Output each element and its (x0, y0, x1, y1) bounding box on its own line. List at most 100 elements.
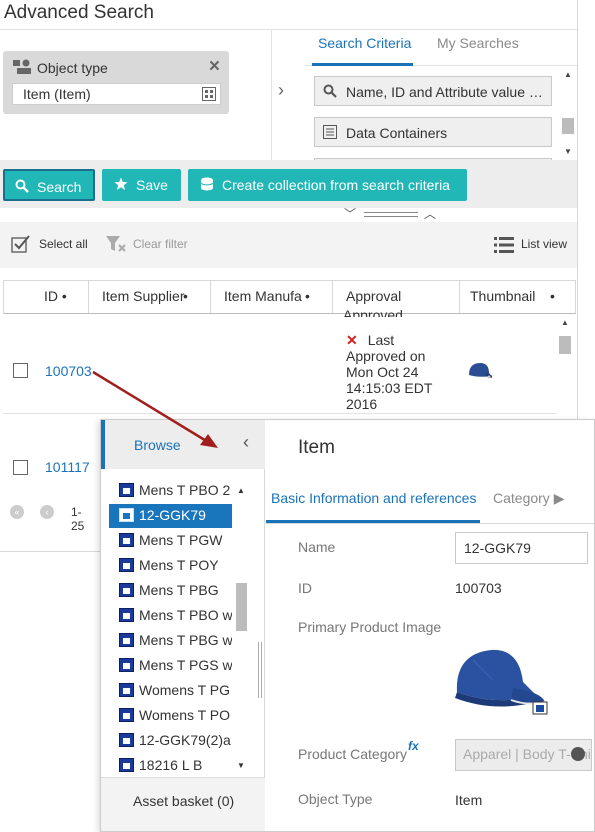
item-icon (119, 533, 134, 547)
tab-search-criteria[interactable]: Search Criteria (318, 35, 411, 51)
object-type-value-field[interactable]: Item (Item) (12, 83, 221, 105)
column-header-manufacturer[interactable]: Item Manufacturer (224, 288, 302, 304)
browse-scrollbar[interactable]: ▲ ▼ (235, 484, 249, 776)
criteria-scrollbar[interactable]: ▲ ▼ (561, 67, 575, 159)
active-tab-indicator (312, 63, 413, 66)
item-icon (119, 608, 134, 622)
scroll-up-icon[interactable]: ▲ (237, 486, 245, 495)
list-view-button[interactable]: List view (521, 237, 567, 251)
column-divider[interactable] (210, 281, 211, 313)
column-divider[interactable] (459, 281, 460, 313)
scroll-down-icon[interactable]: ▼ (564, 147, 572, 156)
browse-header: Browse ‹ (101, 420, 265, 469)
list-item[interactable]: Womens T PO (109, 704, 232, 728)
row-checkbox[interactable] (13, 363, 28, 378)
browse-panel: Browse ‹ Mens T PBO 2 12-GGK79 Mens T PGW M… (101, 420, 265, 831)
column-header-supplier[interactable]: Item Supplier (102, 288, 192, 304)
scroll-thumb[interactable] (562, 118, 574, 134)
criteria-item-data-containers[interactable]: Data Containers (314, 117, 552, 147)
column-header-id[interactable]: ID • (44, 288, 74, 304)
item-icon (119, 633, 134, 647)
clear-filter-button[interactable]: Clear filter (133, 237, 188, 251)
cap-thumbnail-icon[interactable] (467, 360, 493, 382)
chevron-left-icon[interactable]: ‹ (243, 432, 249, 453)
list-item[interactable]: Mens T POY (109, 554, 232, 578)
active-tab-indicator (266, 520, 480, 523)
scroll-up-icon[interactable]: ▲ (561, 318, 569, 327)
select-all-icon[interactable] (11, 234, 31, 254)
sort-dot-icon: • (305, 288, 310, 304)
create-collection-button[interactable]: Create collection from search criteria (188, 169, 467, 201)
item-id-link[interactable]: 101117 (45, 459, 90, 475)
category-field[interactable]: Apparel | Body T-Shirts (455, 739, 592, 771)
resize-grip[interactable] (258, 642, 262, 698)
grid-scrollbar[interactable]: ▲ (558, 316, 572, 416)
id-label: ID (298, 580, 312, 596)
approval-cell: ✕ Last Approved on Mon Oct 24 14:15:03 ED… (346, 332, 456, 412)
detail-panel: Item Basic Information and references Ca… (266, 420, 594, 831)
list-icon (323, 125, 337, 139)
column-divider[interactable] (88, 281, 89, 313)
save-button[interactable]: Save (102, 169, 181, 201)
category-label: Product Category (298, 746, 407, 762)
list-item[interactable]: 12-GGK79 (109, 504, 232, 528)
object-type-value: Item (Item) (23, 86, 91, 102)
panel-splitter[interactable]: ﹀ ︿ (344, 205, 439, 222)
create-collection-label: Create collection from search criteria (222, 177, 450, 193)
database-icon (200, 177, 214, 191)
column-header-thumbnail[interactable]: Thumbnail (470, 288, 535, 304)
grid-header: ID • Item Supplier • Item Manufacturer •… (3, 280, 576, 314)
list-item[interactable]: Mens T PBG (109, 579, 232, 603)
item-id-link[interactable]: 100703 (45, 363, 92, 379)
tab-my-searches[interactable]: My Searches (437, 35, 519, 51)
product-image[interactable] (453, 640, 551, 715)
name-field[interactable]: 12-GGK79 (455, 532, 588, 564)
splitter-grip[interactable] (364, 212, 418, 217)
column-header-approval[interactable]: Approval (346, 288, 401, 304)
object-type-icon (13, 59, 31, 74)
clear-icon[interactable] (571, 747, 585, 761)
list-item[interactable]: Mens T PGS w (109, 654, 232, 678)
first-page-icon[interactable]: « (10, 505, 24, 519)
asset-basket[interactable]: Asset basket (0) (101, 777, 265, 831)
item-icon (119, 483, 134, 497)
item-icon (119, 708, 134, 722)
sort-dot-icon: • (183, 288, 188, 304)
criteria-item-name-search[interactable]: Name, ID and Attribute value search (314, 76, 552, 106)
page-range: 1-25 (71, 505, 85, 533)
search-button[interactable]: Search (3, 169, 95, 201)
formula-icon[interactable]: fx (408, 739, 419, 753)
item-icon (119, 658, 134, 672)
list-item[interactable]: Mens T PBO w (109, 604, 232, 628)
tab-category[interactable]: Category ▶ (493, 490, 564, 507)
chevron-right-icon[interactable]: › (278, 80, 284, 101)
column-divider[interactable] (332, 281, 333, 313)
browse-title[interactable]: Browse (134, 437, 181, 453)
prev-page-icon[interactable]: ‹ (40, 505, 54, 519)
list-item[interactable]: Mens T PBO 2 (109, 481, 232, 503)
list-item[interactable]: 12-GGK79(2)a (109, 729, 232, 753)
list-item[interactable]: Mens T PBG w (109, 629, 232, 653)
star-icon (114, 177, 128, 190)
browse-accent (101, 420, 105, 469)
scroll-down-icon[interactable]: ▼ (237, 761, 245, 770)
chevron-up-icon[interactable]: ︿ (424, 205, 436, 222)
list-item[interactable]: Mens T PGW (109, 529, 232, 553)
scroll-thumb[interactable] (559, 336, 571, 354)
list-item[interactable]: 18216 L B (109, 754, 232, 777)
row-checkbox[interactable] (13, 460, 28, 475)
scroll-thumb[interactable] (236, 583, 247, 631)
detail-title: Item (298, 437, 335, 458)
tab-basic-information[interactable]: Basic Information and references (271, 490, 476, 506)
close-icon[interactable]: × (209, 56, 220, 78)
list-item[interactable]: Womens T PG (109, 679, 232, 703)
picker-icon[interactable] (202, 87, 216, 101)
scroll-up-icon[interactable]: ▲ (564, 70, 572, 79)
clear-filter-icon[interactable] (105, 234, 127, 254)
list-view-icon[interactable] (494, 236, 514, 254)
list-item-label: Mens T PBG w (139, 632, 232, 648)
chevron-down-icon[interactable]: ﹀ (344, 205, 356, 222)
cross-icon: ✕ (346, 332, 358, 348)
grid-toolbar: Select all Clear filter List view (0, 222, 577, 268)
select-all-button[interactable]: Select all (39, 237, 88, 251)
